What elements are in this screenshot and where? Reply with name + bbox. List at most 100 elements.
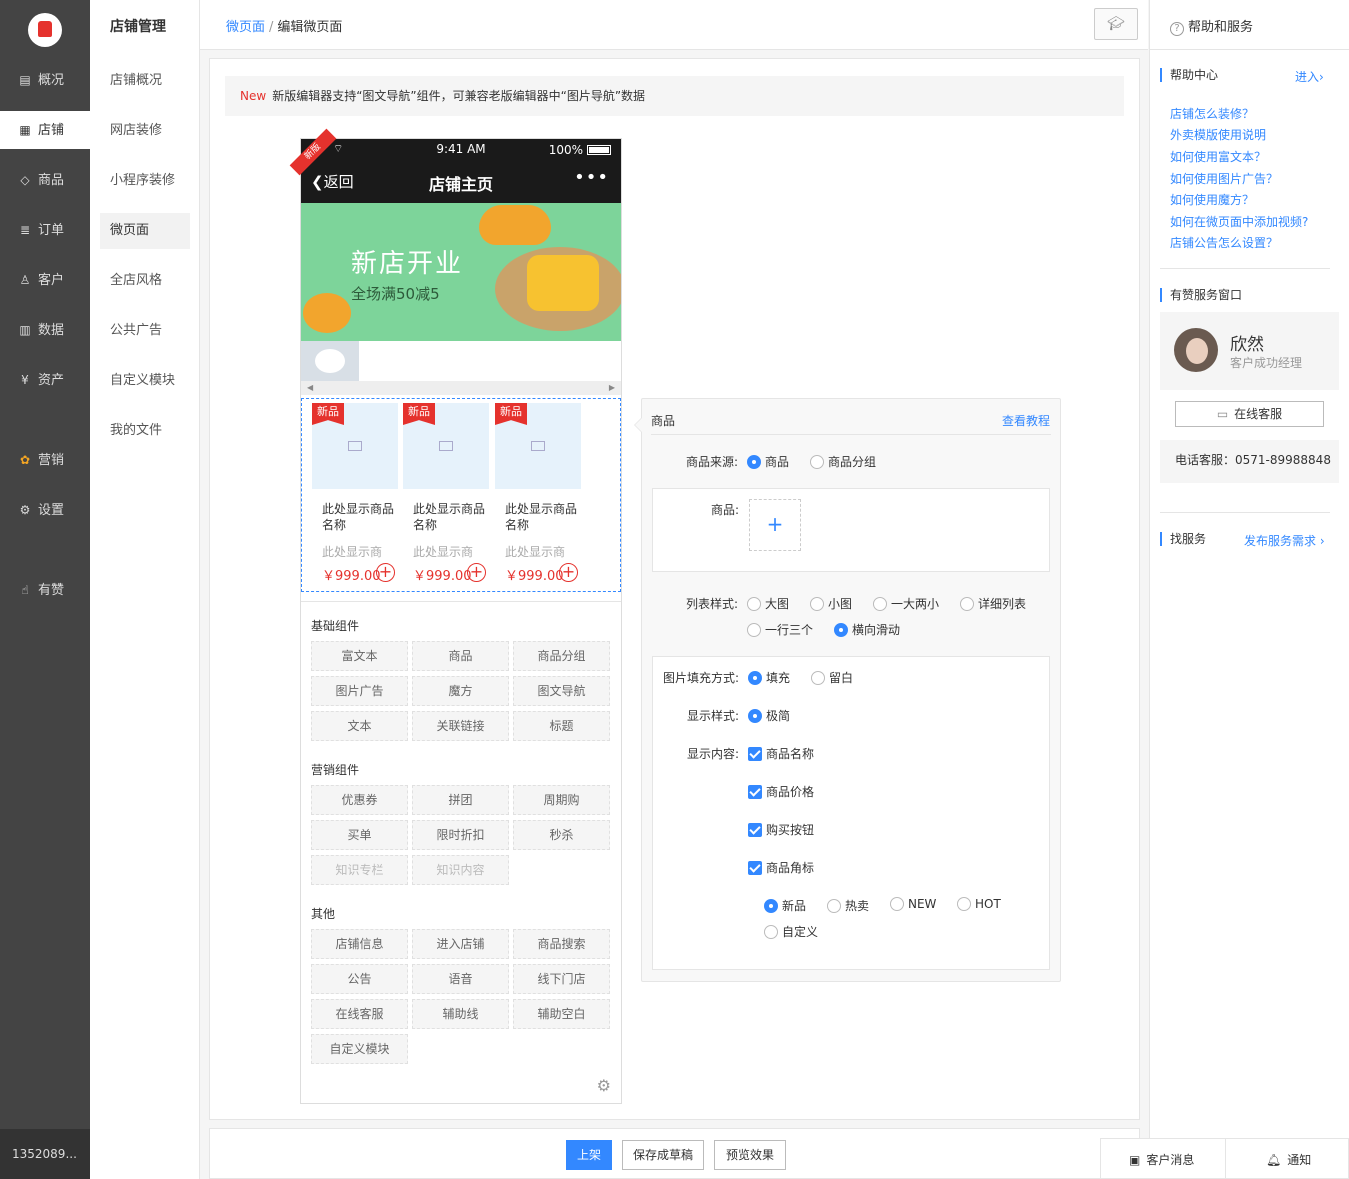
radio-badge-hot-cn[interactable]: 热卖 <box>827 897 869 914</box>
subnav-item[interactable]: 店铺概况 <box>100 63 190 99</box>
preview-button[interactable]: 预览效果 <box>714 1140 786 1170</box>
radio-list-three-per-row[interactable]: 一行三个 <box>747 621 813 638</box>
radio-badge-hot[interactable]: HOT <box>957 897 1001 911</box>
checkbox-goods-badge[interactable]: 商品角标 <box>748 859 814 876</box>
radio-badge-new[interactable]: NEW <box>890 897 936 911</box>
checkbox-goods-name[interactable]: 商品名称 <box>748 745 814 762</box>
component-button[interactable]: 辅助空白 <box>513 999 610 1029</box>
tutorial-link[interactable]: 查看教程 <box>1002 412 1050 429</box>
radio-fill[interactable]: 填充 <box>748 669 790 686</box>
radio-list-horizontal-scroll[interactable]: 横向滑动 <box>834 621 900 638</box>
checkbox-goods-price[interactable]: 商品价格 <box>748 783 814 800</box>
help-link[interactable]: 如何使用富文本？ <box>1170 148 1266 165</box>
publish-button[interactable]: 上架 <box>566 1140 612 1170</box>
nav-item-goods[interactable]: ◇ 商品 <box>0 161 90 199</box>
radio-source-goods[interactable]: 商品 <box>747 453 789 470</box>
battery-icon <box>587 145 611 155</box>
component-button[interactable]: 线下门店 <box>513 964 610 994</box>
save-draft-button[interactable]: 保存成草稿 <box>622 1140 704 1170</box>
add-goods-button[interactable]: + <box>749 499 801 551</box>
nav-item-youzan[interactable]: ☝ 有赞 <box>0 571 90 609</box>
component-button[interactable]: 标题 <box>513 711 610 741</box>
component-button[interactable]: 周期购 <box>513 785 610 815</box>
divider <box>651 434 1051 435</box>
add-to-cart-icon[interactable]: + <box>376 563 395 582</box>
nav-item-orders[interactable]: ≣ 订单 <box>0 211 90 249</box>
online-service-button[interactable]: ▭ 在线客服 <box>1175 401 1324 427</box>
component-button[interactable]: 公告 <box>311 964 408 994</box>
component-button[interactable]: 进入店铺 <box>412 929 509 959</box>
breadcrumb-parent-link[interactable]: 微页面 <box>226 20 265 35</box>
help-link[interactable]: 店铺怎么装修？ <box>1170 105 1254 122</box>
component-button[interactable]: 自定义模块 <box>311 1034 408 1064</box>
subnav-item[interactable]: 自定义模块 <box>100 363 190 399</box>
component-button[interactable]: 关联链接 <box>412 711 509 741</box>
divider <box>1150 49 1349 50</box>
goods-component[interactable]: 新品 此处显示商品名称 此处显示商 ￥999.00 + 新品 此处显示商品名称 … <box>301 398 621 592</box>
subnav-item[interactable]: 全店风格 <box>100 263 190 299</box>
scroll-right-icon[interactable]: ▶ <box>609 383 615 392</box>
component-button[interactable]: 商品搜索 <box>513 929 610 959</box>
subnav-item[interactable]: 小程序装修 <box>100 163 190 199</box>
more-icon[interactable]: ••• <box>574 167 609 188</box>
nav-item-store[interactable]: ▦ 店铺 <box>0 111 90 149</box>
radio-badge-new-cn[interactable]: 新品 <box>764 897 806 914</box>
logo[interactable] <box>28 13 62 47</box>
gear-icon[interactable]: ⚙ <box>597 1076 611 1095</box>
radio-source-group[interactable]: 商品分组 <box>810 453 876 470</box>
subnav-item-active[interactable]: 微页面 <box>100 213 190 249</box>
help-link[interactable]: 如何在微页面中添加视频? <box>1170 213 1308 230</box>
component-button[interactable]: 图片广告 <box>311 676 408 706</box>
notifications-button[interactable]: 🔔︎ 通知 <box>1266 1151 1311 1168</box>
subnav-item[interactable]: 公共广告 <box>100 313 190 349</box>
post-request-link[interactable]: 发布服务需求 › <box>1244 532 1325 549</box>
component-button[interactable]: 辅助线 <box>412 999 509 1029</box>
radio-list-detailed[interactable]: 详细列表 <box>960 595 1026 612</box>
subnav-item[interactable]: 网店装修 <box>100 113 190 149</box>
add-to-cart-icon[interactable]: + <box>467 563 486 582</box>
radio-blank[interactable]: 留白 <box>811 669 853 686</box>
component-button[interactable]: 店铺信息 <box>311 929 408 959</box>
component-button[interactable]: 文本 <box>311 711 408 741</box>
breadcrumb: 微页面 / 编辑微页面 <box>226 16 342 35</box>
customer-messages-button[interactable]: ▣ 客户消息 <box>1129 1151 1194 1168</box>
user-account[interactable]: 1352089... <box>0 1129 90 1179</box>
banner-image[interactable]: 新店开业 全场满50减5 <box>301 203 621 341</box>
horizontal-scrollbar[interactable]: ◀ ▶ <box>301 381 621 395</box>
help-link[interactable]: 如何使用魔方？ <box>1170 191 1254 208</box>
component-button[interactable]: 商品 <box>412 641 509 671</box>
nav-item-overview[interactable]: ▤ 概况 <box>0 61 90 99</box>
component-button[interactable]: 富文本 <box>311 641 408 671</box>
help-link[interactable]: 如何使用图片广告？ <box>1170 170 1278 187</box>
component-button[interactable]: 语音 <box>412 964 509 994</box>
scroll-left-icon[interactable]: ◀ <box>307 383 313 392</box>
radio-badge-custom[interactable]: 自定义 <box>764 923 818 940</box>
nav-item-customers[interactable]: ♙ 客户 <box>0 261 90 299</box>
graduation-cap-icon[interactable]: 🎓︎ <box>1094 8 1138 40</box>
component-button[interactable]: 图文导航 <box>513 676 610 706</box>
component-button[interactable]: 在线客服 <box>311 999 408 1029</box>
radio-list-one-big-two-small[interactable]: 一大两小 <box>873 595 939 612</box>
image-thumbnail[interactable] <box>301 341 359 381</box>
component-button[interactable]: 魔方 <box>412 676 509 706</box>
help-link[interactable]: 外卖模版使用说明 <box>1170 126 1266 143</box>
nav-item-assets[interactable]: ¥ 资产 <box>0 361 90 399</box>
enter-help-center-link[interactable]: 进入› <box>1295 68 1324 85</box>
nav-item-settings[interactable]: ⚙ 设置 <box>0 491 90 529</box>
component-button[interactable]: 商品分组 <box>513 641 610 671</box>
component-button[interactable]: 拼团 <box>412 785 509 815</box>
checkbox-buy-button[interactable]: 购买按钮 <box>748 821 814 838</box>
nav-item-data[interactable]: ▥ 数据 <box>0 311 90 349</box>
help-link[interactable]: 店铺公告怎么设置？ <box>1170 234 1278 251</box>
component-button[interactable]: 秒杀 <box>513 820 610 850</box>
nav-item-marketing[interactable]: ✿ 营销 <box>0 441 90 479</box>
component-button[interactable]: 买单 <box>311 820 408 850</box>
component-button[interactable]: 优惠券 <box>311 785 408 815</box>
radio-list-small[interactable]: 小图 <box>810 595 852 612</box>
component-button[interactable]: 限时折扣 <box>412 820 509 850</box>
radio-minimal[interactable]: 极简 <box>748 707 790 724</box>
subnav-item[interactable]: 我的文件 <box>100 413 190 449</box>
image-placeholder-icon <box>348 441 362 451</box>
add-to-cart-icon[interactable]: + <box>559 563 578 582</box>
radio-list-large[interactable]: 大图 <box>747 595 789 612</box>
